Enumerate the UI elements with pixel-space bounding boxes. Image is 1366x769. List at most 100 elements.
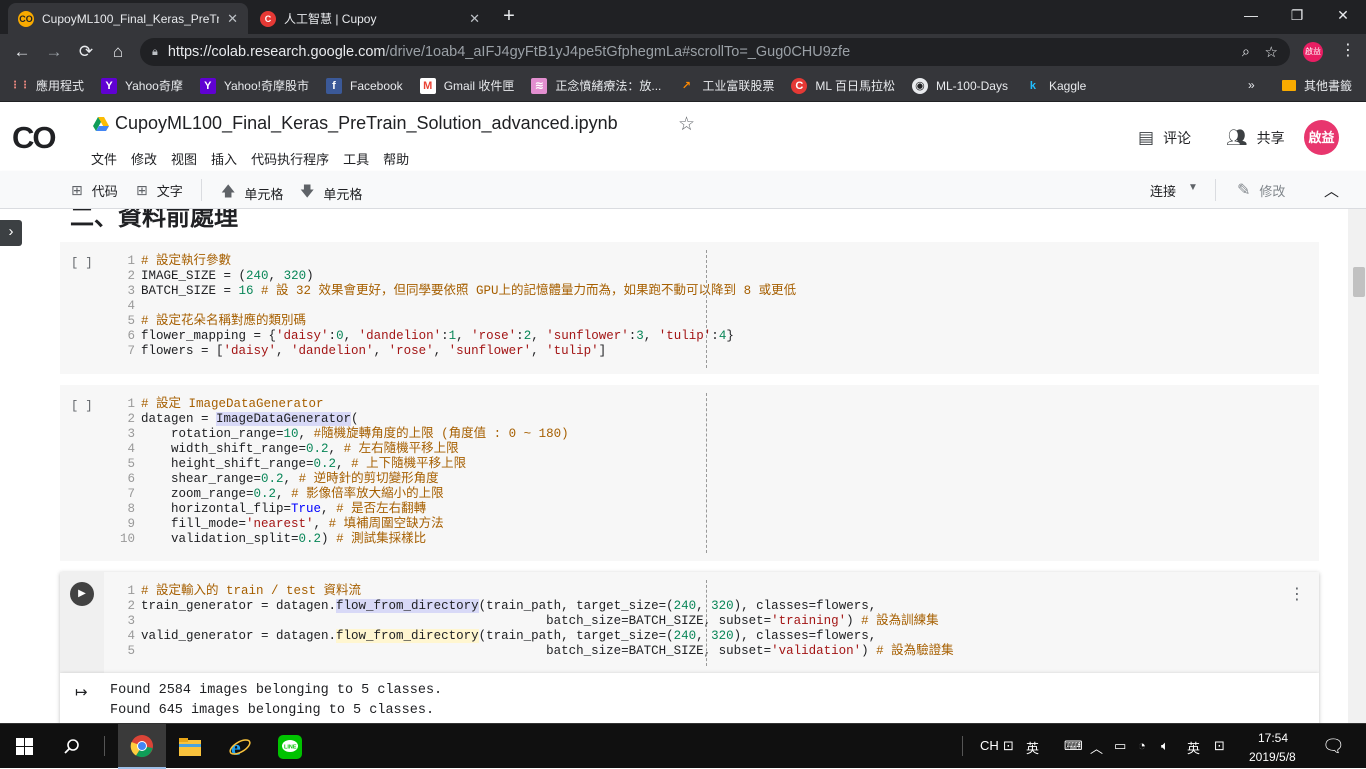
code-token: 'tulip' [546, 344, 599, 358]
bookmark-item[interactable]: k Kaggle [1025, 78, 1086, 94]
tray-ime-lang[interactable]: 英 [1187, 738, 1200, 757]
bookmark-item[interactable]: ◉ ML-100-Days [911, 77, 1008, 94]
bookmark-item[interactable]: f Facebook [325, 77, 403, 94]
code-token: , [456, 329, 472, 343]
share-button[interactable]: 👥︎ 共享 [1226, 128, 1285, 148]
more-options-icon[interactable]: ⋮ [1289, 584, 1305, 604]
output-text: Found 2584 images belonging to 5 classes… [110, 681, 442, 721]
cell-output: ↦ Found 2584 images belonging to 5 class… [60, 673, 1319, 723]
start-icon[interactable] [0, 724, 48, 769]
forward-button[interactable]: → [42, 40, 66, 64]
other-bookmarks[interactable]: 其他書籤 [1282, 77, 1352, 94]
line-number: 7 [127, 344, 135, 358]
search-icon[interactable] [48, 724, 96, 769]
bookmark-item[interactable]: ⋮⋮ 應用程式 [10, 77, 84, 94]
back-button[interactable]: ← [10, 40, 34, 64]
bookmark-item[interactable]: Y Yahoo!奇摩股市 [199, 77, 309, 94]
clock-date[interactable]: 2019/5/8 [1249, 750, 1296, 764]
kaggle-icon: k [1029, 79, 1037, 92]
colab-icon: CO [18, 10, 34, 27]
menu-edit[interactable]: 修改 [131, 149, 157, 168]
zoom-icon[interactable]: ⌕ [1242, 44, 1250, 60]
star-icon[interactable]: ☆ [678, 113, 695, 136]
bookmark-star-icon[interactable]: ☆ [1265, 43, 1278, 61]
menu-view[interactable]: 视图 [171, 149, 197, 168]
close-tab-icon[interactable]: ✕ [469, 11, 480, 27]
add-text-button[interactable]: ⊞ 文字 [136, 181, 183, 200]
menu-tools[interactable]: 工具 [343, 149, 369, 168]
menu-help[interactable]: 帮助 [383, 149, 409, 168]
wifi-icon[interactable]: ◔ [1138, 738, 1146, 753]
tab-title: CupoyML100_Final_Keras_PreTr [42, 11, 220, 26]
notebook-title[interactable]: CupoyML100_Final_Keras_PreTrain_Solution… [115, 113, 618, 134]
bookmark-item[interactable]: Y Yahoo奇摩 [101, 77, 183, 94]
caret-down-icon[interactable]: ▼ [1188, 182, 1198, 193]
reload-button[interactable]: ⟳ [74, 40, 98, 64]
code-token: 3 [636, 329, 644, 343]
code-token: #隨機旋轉角度的上限 (角度值 : 0 ~ 180) [313, 427, 569, 441]
home-button[interactable]: ⌂ [106, 40, 130, 64]
close-tab-icon[interactable]: ✕ [227, 11, 238, 27]
comment-button[interactable]: ▤ 评论 [1138, 128, 1191, 148]
bookmark-item[interactable]: M Gmail 收件匣 [419, 77, 514, 94]
chevron-up-icon[interactable]: ︿ [1324, 180, 1339, 201]
new-tab-button[interactable]: + [498, 6, 520, 28]
volume-icon[interactable]: 🔈︎ [1161, 738, 1169, 754]
code-token: 240 [673, 599, 697, 613]
profile-avatar[interactable]: 啟益 [1303, 42, 1323, 62]
chevron-up-icon[interactable]: ︿ [1090, 738, 1103, 757]
chrome-icon[interactable] [118, 724, 166, 769]
drive-icon[interactable] [93, 117, 109, 131]
browser-tab-strip: CO CupoyML100_Final_Keras_PreTr ✕ C 人工智慧… [0, 0, 1366, 34]
menu-runtime[interactable]: 代码执行程序 [251, 149, 329, 168]
browser-tab-cupoy[interactable]: C 人工智慧 | Cupoy ✕ [250, 3, 490, 34]
code-token: 0.2 [313, 457, 337, 471]
colab-logo[interactable]: CO [12, 120, 56, 156]
code-cell[interactable]: [ ] 1 # 設定 ImageDataGenerator 2 datagen = I… [60, 385, 1319, 561]
bookmark-item[interactable]: ≋ 正念憤緒療法：放... [531, 77, 661, 94]
scrollbar-thumb[interactable] [1353, 267, 1365, 297]
code-cell-focused[interactable]: ▶ 1 # 設定輸入的 train / test 資料流 2 train_genera… [60, 572, 1319, 673]
file-explorer-icon[interactable] [166, 724, 214, 769]
code-token: flowers = [ [141, 344, 224, 358]
edit-button[interactable]: ✎ 修改 [1237, 180, 1285, 200]
code-token: 320 [283, 269, 307, 283]
line-number: 9 [127, 517, 135, 531]
chrome-menu-icon[interactable]: ⋮ [1340, 40, 1356, 60]
code-token: horizontal_flip= [141, 502, 292, 516]
ime-settings-icon[interactable]: ⊡ [1003, 738, 1014, 754]
ie-icon[interactable]: e [216, 724, 264, 769]
output-arrow-icon[interactable]: ↦ [75, 683, 88, 701]
tray-language[interactable]: CH [980, 738, 999, 753]
clock-time[interactable]: 17:54 [1258, 731, 1288, 745]
code-cell[interactable]: [ ] 1 # 設定執行參數 2 IMAGE_SIZE = (240, 320) 3 BA… [60, 242, 1319, 374]
restore-button[interactable]: ❐ [1274, 0, 1320, 30]
browser-tab-colab[interactable]: CO CupoyML100_Final_Keras_PreTr ✕ [8, 3, 248, 34]
menu-insert[interactable]: 插入 [211, 149, 237, 168]
code-token: 'validation' [771, 644, 862, 658]
move-cell-down-button[interactable]: 🡇︎ 单元格 [300, 181, 362, 205]
code-token: 1 [448, 329, 457, 343]
run-cell-button[interactable]: ▶ [70, 582, 94, 606]
address-bar[interactable]: 🔒︎ https://colab.research.google.com/dri… [140, 38, 1290, 66]
bookmark-item[interactable]: C ML 百日馬拉松 [791, 77, 895, 94]
ime-icon[interactable]: ⊡ [1214, 738, 1225, 754]
close-window-button[interactable]: ✕ [1320, 0, 1366, 30]
menu-file[interactable]: 文件 [91, 149, 117, 168]
code-token: : [516, 329, 524, 343]
bookmark-item[interactable]: ↗ 工业富联股票 [678, 77, 775, 94]
add-code-button[interactable]: ⊞ 代码 [71, 181, 118, 200]
notification-icon[interactable]: 🗨︎ [1322, 736, 1345, 757]
move-cell-up-button[interactable]: 🡅︎ 单元格 [221, 181, 283, 205]
connect-button[interactable]: 连接 [1150, 181, 1176, 200]
tray-ime-mode[interactable]: 英 [1026, 738, 1039, 757]
sidebar-toggle-button[interactable]: › [0, 220, 22, 246]
code-token: 'daisy' [223, 344, 277, 358]
avatar[interactable]: 啟益 [1304, 120, 1339, 155]
bookmarks-overflow-button[interactable]: » [1248, 78, 1255, 92]
battery-icon[interactable]: ▭ [1114, 738, 1126, 754]
code-token: , [643, 329, 659, 343]
minimize-button[interactable]: — [1228, 0, 1274, 30]
keyboard-icon[interactable]: ⌨︎ [1064, 738, 1083, 754]
line-icon[interactable]: LINE [266, 724, 314, 769]
